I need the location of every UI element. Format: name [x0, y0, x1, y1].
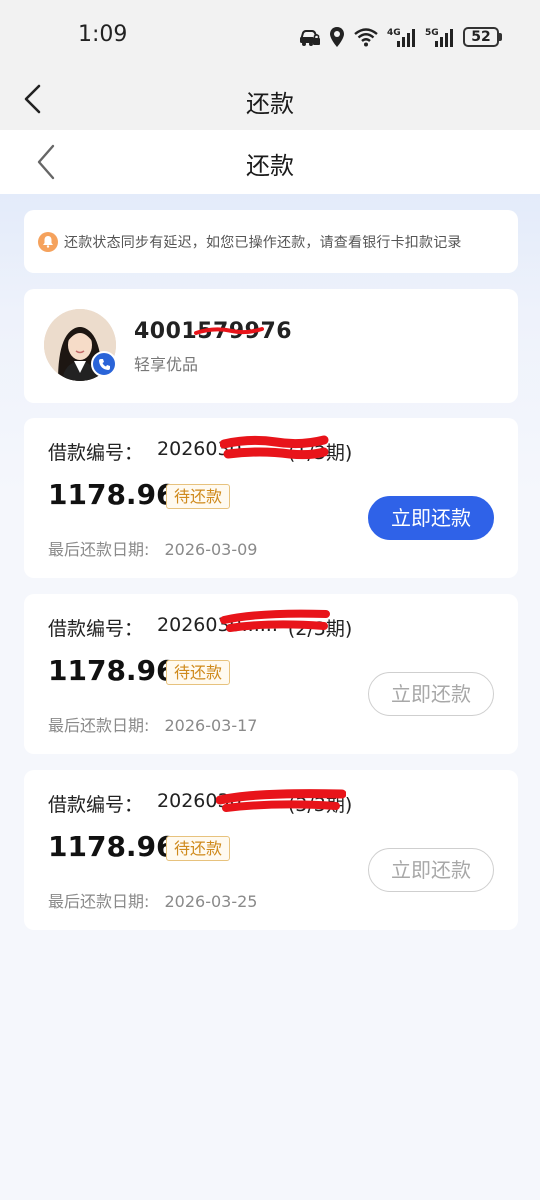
svg-text:4G: 4G — [387, 28, 401, 38]
phone-icon — [91, 351, 117, 377]
notice-banner: 还款状态同步有延迟，如您已操作还款，请查看银行卡扣款记录 — [24, 210, 518, 273]
redaction-mark — [220, 609, 330, 632]
status-bar: 1:09 4G 5G 52 — [0, 0, 540, 72]
loan-due-row: 最后还款日期: 2026-03-09 — [48, 536, 257, 560]
loan-id-label: 借款编号： — [48, 442, 144, 464]
content-area: 还款状态同步有延迟，如您已操作还款，请查看银行卡扣款记录 4001579976 … — [0, 194, 540, 1200]
loan-due-row: 最后还款日期: 2026-03-25 — [48, 888, 257, 912]
loan-card: 借款编号： 2026030...... (3/3期) 1178.96 待还款 最… — [24, 770, 518, 930]
redaction-mark — [216, 789, 346, 812]
loan-due-date: 2026-03-09 — [164, 540, 258, 559]
contact-name: 轻享优品 — [134, 355, 199, 374]
repay-now-button[interactable]: 立即还款 — [368, 672, 494, 716]
redaction-mark — [194, 327, 264, 335]
signal-4g-icon: 4G — [387, 28, 415, 47]
repay-now-button[interactable]: 立即还款 — [368, 496, 494, 540]
loan-amount: 1178.96 — [48, 478, 176, 511]
redaction-mark — [220, 435, 329, 460]
loan-due-date: 2026-03-17 — [164, 716, 258, 735]
inner-page-title: 还款 — [246, 152, 294, 180]
battery-icon: 52 — [463, 27, 502, 47]
location-icon — [330, 27, 344, 47]
status-icons: 4G 5G 52 — [299, 24, 502, 50]
loan-due-row: 最后还款日期: 2026-03-17 — [48, 712, 257, 736]
contact-card[interactable]: 4001579976 轻享优品 — [24, 289, 518, 403]
loan-card: 借款编号： 2026030...... (1/3期) 1178.96 待还款 最… — [24, 418, 518, 578]
inner-nav-bar: 还款 — [0, 130, 540, 194]
loan-amount: 1178.96 — [48, 654, 176, 687]
status-time: 1:09 — [78, 22, 128, 47]
loan-due-label: 最后还款日期: — [48, 892, 150, 911]
signal-5g-icon: 5G — [425, 28, 453, 47]
status-badge: 待还款 — [166, 660, 231, 685]
svg-text:5G: 5G — [425, 28, 439, 38]
status-badge: 待还款 — [166, 484, 231, 509]
repay-now-button[interactable]: 立即还款 — [368, 848, 494, 892]
wifi-icon — [354, 28, 378, 47]
loan-id-label: 借款编号： — [48, 618, 144, 640]
loan-due-label: 最后还款日期: — [48, 540, 150, 559]
notice-text: 还款状态同步有延迟，如您已操作还款，请查看银行卡扣款记录 — [64, 234, 462, 251]
status-badge: 待还款 — [166, 836, 231, 861]
loan-amount: 1178.96 — [48, 830, 176, 863]
outer-nav-bar: 还款 — [0, 72, 540, 130]
outer-page-title: 还款 — [246, 90, 294, 118]
bell-icon — [38, 231, 58, 252]
loan-due-label: 最后还款日期: — [48, 716, 150, 735]
loan-card: 借款编号： 2026030...... (2/3期) 1178.96 待还款 最… — [24, 594, 518, 754]
loan-due-date: 2026-03-25 — [164, 892, 258, 911]
battery-level: 52 — [463, 27, 499, 47]
loan-id-label: 借款编号： — [48, 794, 144, 816]
car-lock-icon — [300, 30, 320, 46]
